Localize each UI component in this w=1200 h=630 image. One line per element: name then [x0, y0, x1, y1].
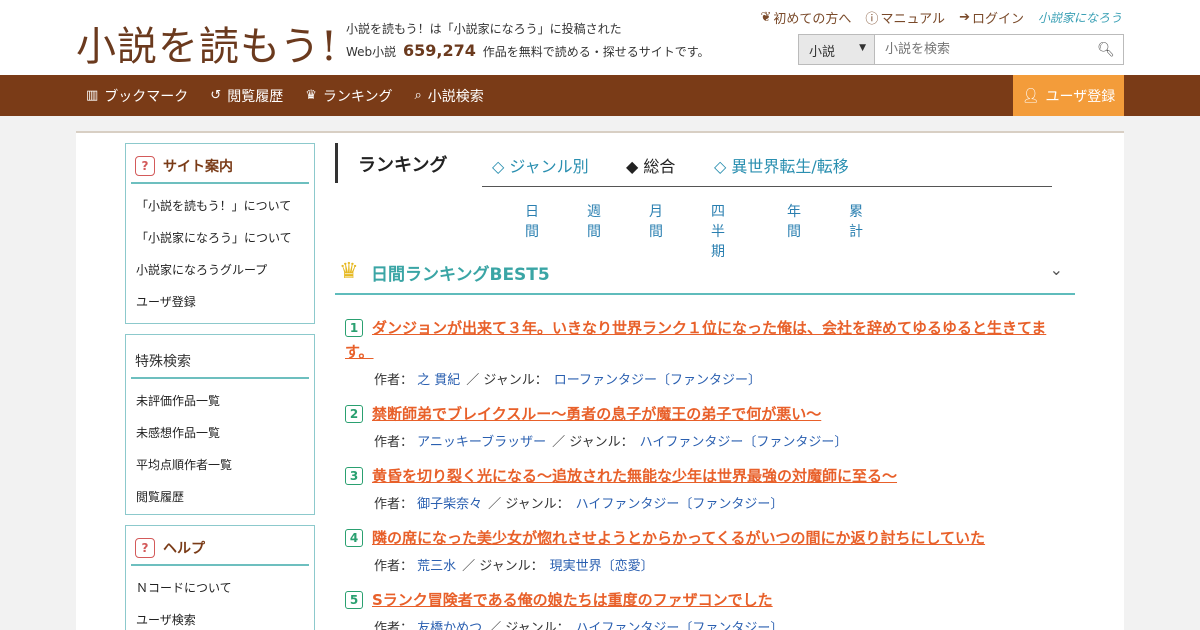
- ranking-entry: 5 Sランク冒険者である俺の娘たちは重度のファザコンでした 作者： 友橋かめつ／…: [345, 588, 1065, 630]
- bookshelf-icon: ▥: [86, 88, 99, 103]
- nav-ranking[interactable]: ♛ ランキング: [305, 86, 392, 106]
- crown-icon: ♛: [339, 259, 359, 284]
- question-icon: ?: [135, 538, 155, 558]
- work-count: 659,274: [403, 41, 476, 60]
- tab-genre[interactable]: ◇ ジャンル別: [492, 153, 589, 177]
- site-tagline: 小説を読もう！は「小説家になろう」に投稿された Web小説 659,274 作品…: [346, 22, 710, 60]
- author-link[interactable]: 之 貫紀: [417, 373, 460, 388]
- rank-number: 4: [345, 529, 363, 547]
- site-guide-box: ? サイト案内 「小説を読もう！」について 「小説家になろう」について 小説家にな…: [125, 143, 315, 324]
- tab-overall[interactable]: ◆ 総合: [626, 153, 675, 177]
- author-link[interactable]: 荒三水: [417, 559, 456, 574]
- search-icon: ⌕: [414, 88, 422, 103]
- sidebar-item[interactable]: Ｎコードについて: [136, 572, 314, 604]
- sidebar-item[interactable]: ユーザ検索: [136, 604, 314, 630]
- genre-link[interactable]: ハイファンタジー〔ファンタジー〕: [576, 497, 784, 512]
- ranking-entry: 2 禁断師弟でブレイクスルー～勇者の息子が魔王の弟子で何が悪い～ 作者： アニッ…: [345, 402, 1065, 450]
- sidebar-item[interactable]: 「小説を読もう！」について: [136, 190, 314, 222]
- site-header: 小説を読もう! 小説を読もう！は「小説家になろう」に投稿された Web小説 65…: [0, 0, 1200, 75]
- help-box: ? ヘルプ Ｎコードについて ユーザ検索: [125, 525, 315, 630]
- search-input[interactable]: [875, 35, 1089, 64]
- rank-number: 5: [345, 591, 363, 609]
- genre-link[interactable]: ハイファンタジー〔ファンタジー〕: [576, 621, 784, 630]
- search-box: 小説▼ 🔍︎: [798, 34, 1124, 65]
- author-link[interactable]: アニッキーブラッザー: [417, 435, 546, 450]
- ranking-entry: 3 黄昏を切り裂く光になる〜追放された無能な少年は世界最強の対魔師に至る〜 作者…: [345, 464, 1065, 512]
- novel-title-link[interactable]: 隣の席になった美少女が惚れさせようとからかってくるがいつの間にか返り討ちにしてい…: [345, 526, 1065, 550]
- sidebar-item[interactable]: 小説家になろうグループ: [136, 254, 314, 286]
- ranking-entry: 4 隣の席になった美少女が惚れさせようとからかってくるがいつの間にか返り討ちにし…: [345, 526, 1065, 574]
- nav-bookmark[interactable]: ▥ ブックマーク: [86, 86, 188, 106]
- narou-logo-link[interactable]: 小説家になろう: [1038, 9, 1122, 26]
- genre-link[interactable]: ハイファンタジー〔ファンタジー〕: [640, 435, 848, 450]
- sidebar-item[interactable]: 平均点順作者一覧: [136, 449, 314, 481]
- leaf-icon: ❦: [760, 10, 772, 25]
- author-link[interactable]: 御子柴奈々: [417, 497, 482, 512]
- genre-link[interactable]: 現実世界〔恋愛〕: [550, 559, 654, 574]
- dropdown-arrow-icon: ▼: [859, 43, 866, 53]
- tab-isekai[interactable]: ◇ 異世界転生/転移: [714, 153, 849, 177]
- history-icon: ↺: [210, 88, 222, 103]
- rank-number: 1: [345, 319, 363, 337]
- period-monthly[interactable]: 月間: [649, 201, 663, 241]
- sidebar-item[interactable]: 未評価作品一覧: [136, 385, 314, 417]
- login-icon: ➔: [959, 10, 970, 25]
- period-daily[interactable]: 日間: [525, 201, 539, 241]
- beginner-link[interactable]: ❦ 初めての方へ: [761, 8, 852, 27]
- sidebar-item[interactable]: 閲覧履歴: [136, 481, 314, 513]
- special-search-box: 特殊検索 未評価作品一覧 未感想作品一覧 平均点順作者一覧 閲覧履歴: [125, 334, 315, 515]
- sidebar-item[interactable]: 「小説家になろう」について: [136, 222, 314, 254]
- ranking-entry: 1 ダンジョンが出来て３年。いきなり世界ランク１位になった俺は、会社を辞めてゆる…: [345, 316, 1065, 388]
- main-nav: ▥ ブックマーク ↺ 閲覧履歴 ♛ ランキング ⌕ 小説検索 👤︎ ユーザ登録: [0, 75, 1200, 116]
- period-cumulative[interactable]: 累計: [849, 201, 863, 241]
- ranking-title: ランキング: [358, 155, 448, 176]
- top-links: ❦ 初めての方へ ⓘ マニュアル ➔ ログイン 小説家になろう: [761, 8, 1123, 27]
- nav-history[interactable]: ↺ 閲覧履歴: [210, 86, 283, 106]
- author-link[interactable]: 友橋かめつ: [417, 621, 482, 630]
- question-icon: ⓘ: [865, 12, 879, 27]
- novel-title-link[interactable]: 禁断師弟でブレイクスルー～勇者の息子が魔王の弟子で何が悪い～: [345, 402, 1065, 426]
- user-icon: 👤︎: [1021, 87, 1040, 104]
- novel-title-link[interactable]: ダンジョンが出来て３年。いきなり世界ランク１位になった俺は、会社を辞めてゆるゆる…: [345, 316, 1065, 364]
- search-icon: 🔍︎: [1097, 41, 1115, 58]
- nav-search[interactable]: ⌕ 小説検索: [414, 86, 483, 106]
- manual-link[interactable]: ⓘ マニュアル: [865, 8, 945, 27]
- period-weekly[interactable]: 週間: [587, 201, 601, 241]
- question-icon: ?: [135, 156, 155, 176]
- period-quarterly[interactable]: 四半期: [711, 201, 725, 261]
- search-button[interactable]: 🔍︎: [1089, 35, 1123, 64]
- search-category-select[interactable]: 小説 ▼: [799, 35, 875, 64]
- best5-header[interactable]: ♛ 日間ランキングBEST5 ⌄: [335, 253, 1075, 295]
- register-button[interactable]: 👤︎ ユーザ登録: [1013, 75, 1124, 116]
- rank-number: 3: [345, 467, 363, 485]
- chevron-down-icon[interactable]: ⌄: [1050, 260, 1063, 279]
- sidebar-item[interactable]: ユーザ登録: [136, 286, 314, 318]
- crown-icon: ♛: [305, 88, 317, 103]
- period-yearly[interactable]: 年間: [787, 201, 801, 241]
- sidebar-item[interactable]: 未感想作品一覧: [136, 417, 314, 449]
- novel-title-link[interactable]: 黄昏を切り裂く光になる〜追放された無能な少年は世界最強の対魔師に至る〜: [345, 464, 1065, 488]
- login-link[interactable]: ➔ ログイン: [959, 8, 1024, 27]
- rank-number: 2: [345, 405, 363, 423]
- novel-title-link[interactable]: Sランク冒険者である俺の娘たちは重度のファザコンでした: [345, 588, 1065, 612]
- site-logo[interactable]: 小説を読もう!: [76, 14, 338, 72]
- genre-link[interactable]: ローファンタジー〔ファンタジー〕: [554, 373, 761, 388]
